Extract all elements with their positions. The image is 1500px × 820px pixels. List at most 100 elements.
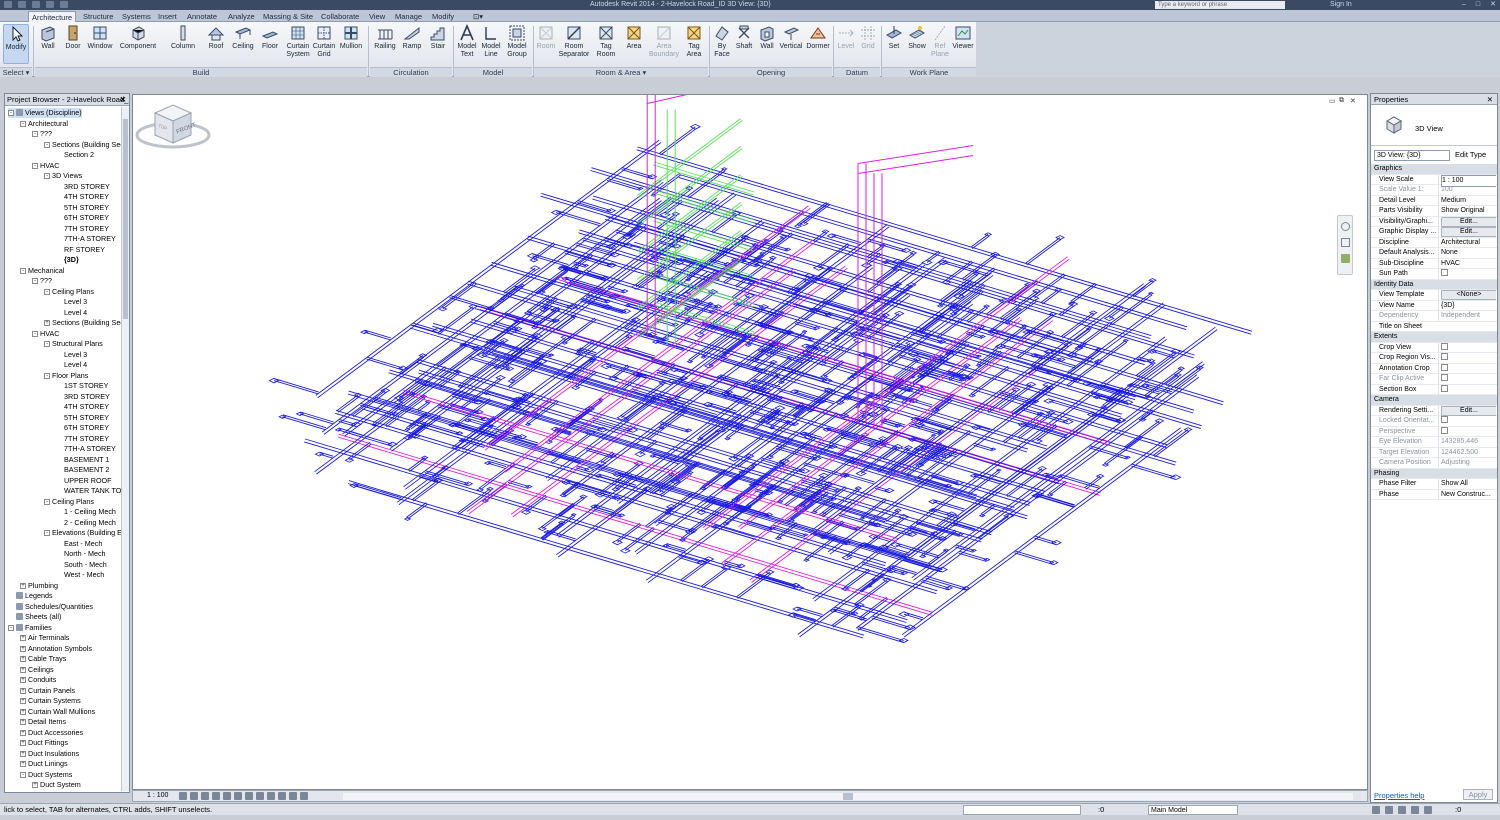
stair-button[interactable]: Stair [426, 24, 450, 51]
browser-node[interactable]: + Duct Linings [20, 759, 68, 769]
floor-button[interactable]: Floor [258, 24, 282, 51]
curtain-system-button[interactable]: Curtain System [284, 24, 312, 59]
property-edit-button[interactable]: Edit... [1441, 227, 1496, 237]
browser-node[interactable]: + Curtain Panels [20, 686, 75, 696]
collapse-icon[interactable]: - [32, 131, 38, 137]
type-selector[interactable]: 3D View [1371, 106, 1497, 146]
select-links-icon[interactable] [1372, 806, 1380, 814]
property-value[interactable]: Edit... [1438, 216, 1496, 227]
property-checkbox[interactable] [1441, 363, 1448, 371]
tab-architecture[interactable]: Architecture [28, 11, 77, 22]
browser-node[interactable]: 5TH STOREY [56, 413, 109, 423]
property-edit-button[interactable]: <None> [1441, 290, 1496, 300]
door-button[interactable]: Door [61, 24, 85, 51]
expand-icon[interactable]: + [20, 645, 26, 652]
browser-node[interactable]: 5TH STOREY [56, 203, 109, 213]
reveal-hidden-icon[interactable] [278, 792, 286, 800]
render-icon[interactable] [223, 792, 231, 800]
design-option-dropdown[interactable]: Main Model [1148, 805, 1238, 815]
collapse-icon[interactable]: - [44, 288, 50, 295]
property-value[interactable]: <None> [1438, 290, 1496, 300]
property-value[interactable]: Edit... [1438, 405, 1496, 416]
browser-node[interactable]: + Duct System [32, 780, 81, 790]
browser-node[interactable]: + Curtain Wall Mullions [20, 707, 95, 717]
workset-box[interactable] [963, 805, 1081, 815]
browser-node[interactable]: 6TH STOREY [56, 423, 109, 433]
browser-node[interactable]: West - Mech [56, 570, 104, 580]
area-boundary-button[interactable]: Area Boundary [648, 24, 680, 59]
browser-node[interactable]: + Ceilings [20, 665, 54, 675]
expand-icon[interactable]: + [20, 656, 26, 662]
collapse-icon[interactable]: - [32, 330, 38, 337]
browser-node[interactable]: RF STOREY [56, 245, 105, 255]
temp-hide-icon[interactable] [267, 792, 275, 800]
browser-node[interactable]: - Sections (Building Sec [44, 140, 123, 150]
ramp-button[interactable]: Ramp [400, 24, 424, 51]
browser-node[interactable]: - Elevations (Building E [44, 528, 122, 538]
model-group-button[interactable]: Model Group [504, 24, 530, 59]
sign-in-link[interactable]: Sign In [1330, 0, 1352, 10]
browser-node[interactable]: - Families [8, 623, 52, 633]
tag-area-button[interactable]: Tag Area [682, 24, 706, 59]
property-section-header[interactable]: Identity Data [1371, 279, 1497, 290]
property-value[interactable] [1438, 353, 1496, 363]
crop-view-icon[interactable] [234, 792, 242, 800]
wall-opening-button[interactable]: Wall [756, 24, 778, 51]
collapse-icon[interactable]: - [32, 162, 38, 169]
browser-node[interactable]: BASEMENT 2 [56, 465, 109, 475]
scrollbar-thumb[interactable] [123, 119, 128, 319]
property-value[interactable] [1438, 342, 1496, 353]
property-edit-button[interactable]: Edit... [1441, 216, 1496, 227]
browser-node[interactable]: 7TH-A STOREY [56, 234, 116, 244]
property-value[interactable] [1438, 384, 1496, 395]
browser-node[interactable]: + Air Terminals [20, 633, 69, 643]
property-value[interactable] [1438, 269, 1496, 279]
browser-node[interactable]: 7TH STOREY [56, 434, 109, 444]
expand-icon[interactable]: + [20, 677, 26, 683]
browser-node[interactable]: + Cable Trays [20, 654, 66, 664]
dormer-button[interactable]: Dormer [805, 24, 831, 51]
steering-wheel-icon[interactable] [1341, 222, 1350, 231]
browser-node[interactable]: + Annotation Symbols [20, 644, 92, 654]
zoom-icon[interactable] [1341, 238, 1350, 247]
browser-node[interactable]: 4TH STOREY [56, 192, 109, 202]
property-checkbox[interactable] [1441, 342, 1448, 350]
collapse-icon[interactable]: - [20, 267, 26, 274]
tab-annotate[interactable]: Annotate [184, 11, 220, 22]
browser-node[interactable]: + Plumbing [20, 581, 58, 591]
area-button[interactable]: Area [622, 24, 646, 51]
component-button[interactable]: Component [118, 24, 158, 51]
expand-icon[interactable]: + [20, 761, 26, 767]
property-value[interactable]: HVAC [1438, 258, 1496, 269]
drag-elements-icon[interactable] [1424, 806, 1432, 814]
model-text-button[interactable]: Model Text [455, 24, 479, 59]
minimize-button[interactable]: – [1462, 0, 1466, 10]
property-section-header[interactable]: Phasing [1371, 468, 1497, 479]
room-button[interactable]: Room [535, 24, 557, 51]
browser-scrollbar[interactable] [121, 107, 129, 791]
browser-node[interactable]: Level 4 [56, 308, 87, 318]
select-by-face-icon[interactable] [1411, 806, 1419, 814]
shadows-icon[interactable] [212, 792, 220, 800]
browser-node[interactable]: 3RD STOREY [56, 182, 110, 192]
close-button[interactable]: ✕ [1490, 0, 1496, 10]
property-value[interactable]: Medium [1438, 195, 1496, 206]
window-button[interactable]: Window [86, 24, 114, 51]
apply-button[interactable]: Apply [1463, 789, 1493, 800]
browser-node[interactable]: + Duct Insulations [20, 749, 79, 759]
select-panel-label[interactable]: Select ▾ [0, 67, 32, 77]
instance-filter-dropdown[interactable]: 3D View: {3D} [1374, 150, 1450, 161]
browser-node[interactable]: - Structural Plans [44, 339, 103, 349]
collapse-icon[interactable]: - [44, 372, 50, 379]
browser-node[interactable]: East - Mech [56, 539, 102, 549]
wall-button[interactable]: Wall [36, 24, 60, 51]
roof-button[interactable]: Roof [204, 24, 228, 51]
collapse-icon[interactable]: - [44, 498, 50, 505]
close-icon[interactable]: ✕ [120, 94, 126, 106]
browser-node[interactable]: - Views (Discipline) [8, 108, 82, 118]
property-value[interactable]: New Construc... [1438, 489, 1496, 500]
select-underlay-icon[interactable] [1385, 806, 1393, 814]
browser-node[interactable]: - Duct Systems [20, 770, 72, 780]
shaft-button[interactable]: Shaft [733, 24, 755, 51]
browser-node[interactable]: 2 - Ceiling Mech [56, 518, 116, 528]
